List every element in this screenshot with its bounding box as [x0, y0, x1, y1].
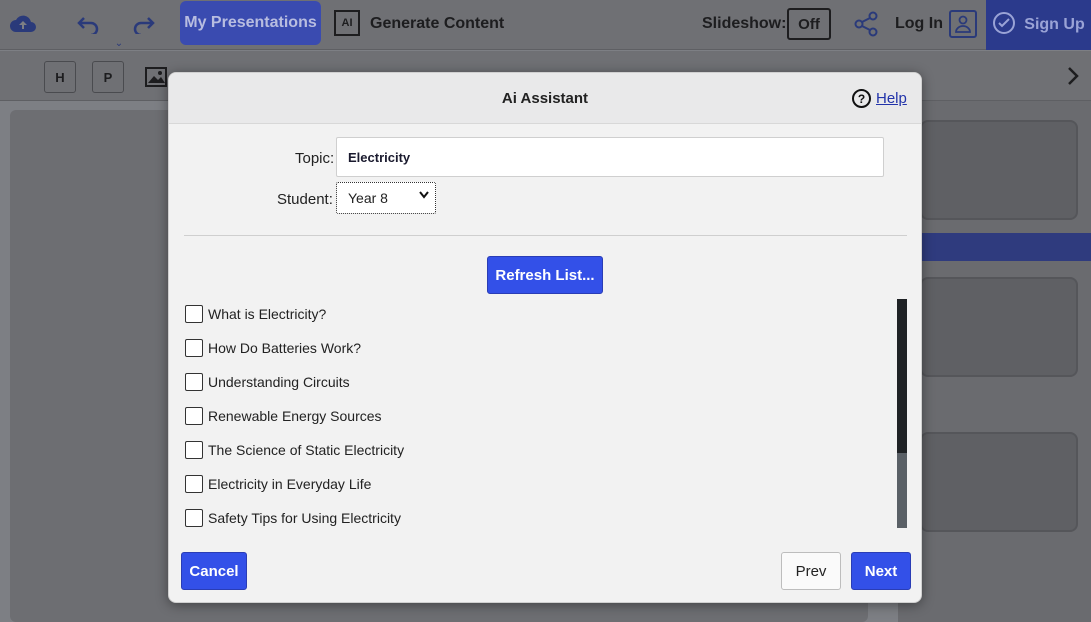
help-link[interactable]: Help	[876, 90, 907, 107]
slide-thumbnail[interactable]	[920, 120, 1078, 220]
list-item-label: The Science of Static Electricity	[208, 442, 405, 458]
list-item[interactable]: What is Electricity?	[185, 302, 326, 326]
list-item[interactable]: How Do Batteries Work?	[185, 336, 361, 360]
help-icon[interactable]: ?	[852, 89, 871, 108]
list-item-label: Understanding Circuits	[208, 374, 350, 390]
list-item-label: What is Electricity?	[208, 306, 327, 322]
checkbox[interactable]	[185, 305, 203, 323]
list-item-label: Renewable Energy Sources	[208, 408, 382, 424]
refresh-list-button[interactable]: Refresh List...	[487, 256, 603, 294]
prev-button[interactable]: Prev	[781, 552, 841, 590]
check-circle-icon	[992, 11, 1016, 40]
my-presentations-button[interactable]: My Presentations	[180, 1, 321, 45]
slide-thumbnail[interactable]	[920, 277, 1078, 377]
signup-button[interactable]: Sign Up	[986, 0, 1091, 50]
list-item-label: Electricity in Everyday Life	[208, 476, 372, 492]
dialog-header: Ai Assistant ? Help	[169, 73, 921, 124]
slide-thumbnail[interactable]	[920, 432, 1078, 532]
undo-icon[interactable]	[74, 10, 102, 38]
list-item-label: How Do Batteries Work?	[208, 340, 362, 356]
checkbox[interactable]	[185, 475, 203, 493]
list-item[interactable]: Electricity in Everyday Life	[185, 472, 371, 496]
list-item[interactable]: The Science of Static Electricity	[185, 438, 404, 462]
topic-label: Topic:	[295, 150, 335, 167]
ai-assistant-dialog: Ai Assistant ? Help Topic: Student: Year…	[168, 72, 922, 603]
list-item[interactable]: Renewable Energy Sources	[185, 404, 382, 428]
divider	[184, 235, 907, 236]
redo-icon[interactable]	[130, 10, 158, 38]
list-item-label: Safety Tips for Using Electricity	[208, 510, 401, 526]
checkbox[interactable]	[185, 509, 203, 527]
cancel-button[interactable]: Cancel	[181, 552, 247, 590]
slideshow-toggle[interactable]: Off	[787, 8, 831, 40]
ai-generate-icon[interactable]: AI	[334, 10, 360, 36]
share-icon[interactable]	[852, 10, 880, 38]
top-bar: ⌄ My Presentations AI Generate Content S…	[0, 0, 1091, 50]
checkbox[interactable]	[185, 407, 203, 425]
topic-input[interactable]	[336, 137, 884, 177]
list-item[interactable]: Understanding Circuits	[185, 370, 350, 394]
list-scrollbar[interactable]	[897, 299, 907, 528]
heading-tool-button[interactable]: H	[44, 61, 76, 93]
student-select-value: Year 8	[348, 190, 388, 206]
signup-label: Sign Up	[1024, 16, 1085, 33]
topic-list: What is Electricity? How Do Batteries Wo…	[185, 299, 885, 529]
user-icon[interactable]	[949, 10, 977, 38]
checkbox[interactable]	[185, 339, 203, 357]
chevron-right-icon[interactable]	[1062, 61, 1084, 91]
student-label: Student:	[277, 191, 333, 208]
checkbox[interactable]	[185, 441, 203, 459]
student-select[interactable]: Year 8	[336, 182, 436, 214]
scrollbar-thumb[interactable]	[897, 299, 907, 453]
cloud-upload-icon[interactable]	[8, 10, 38, 38]
chevron-down-icon	[419, 190, 429, 202]
next-button[interactable]: Next	[851, 552, 911, 590]
generate-content-button[interactable]: Generate Content	[370, 15, 504, 33]
login-button[interactable]: Log In	[895, 15, 943, 33]
dialog-title: Ai Assistant	[501, 90, 589, 107]
list-item[interactable]: Safety Tips for Using Electricity	[185, 506, 401, 530]
paragraph-tool-button[interactable]: P	[92, 61, 124, 93]
slideshow-label: Slideshow:	[702, 15, 787, 32]
chevron-down-icon[interactable]: ⌄	[112, 37, 126, 49]
slide-actions-bar	[898, 233, 1091, 261]
checkbox[interactable]	[185, 373, 203, 391]
